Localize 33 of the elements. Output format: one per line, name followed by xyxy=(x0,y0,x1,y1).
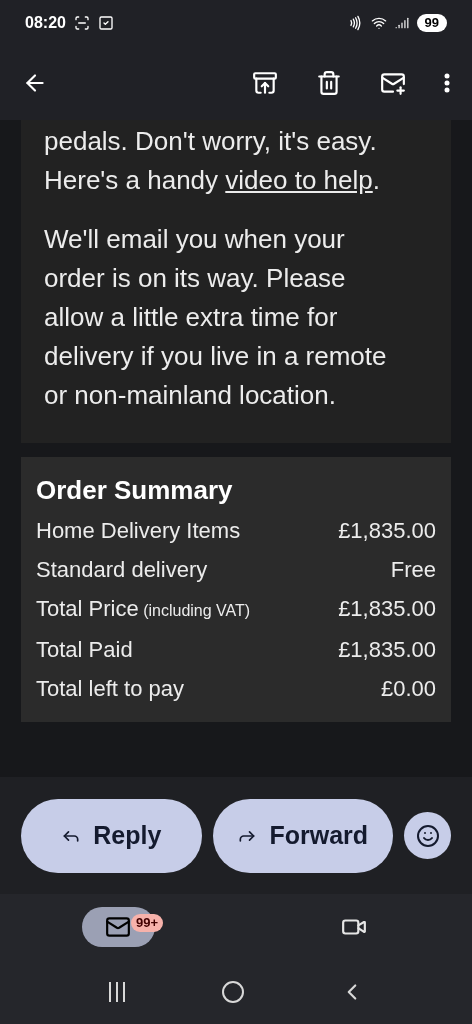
summary-label: Total Paid xyxy=(36,636,133,664)
smiley-icon xyxy=(415,823,440,848)
summary-value: £1,835.00 xyxy=(338,595,436,623)
status-time: 08:20 xyxy=(25,13,66,33)
body-paragraph: pedals. Don't worry, it's easy. Here's a handy video to help. xyxy=(44,125,381,197)
summary-label: Total Price (including VAT) xyxy=(36,595,251,623)
forward-button[interactable]: Forward xyxy=(212,798,393,873)
order-summary-title: Order Summary xyxy=(36,474,234,507)
video-link[interactable]: video to help xyxy=(225,165,373,195)
summary-label: Standard delivery xyxy=(36,556,208,584)
summary-label: Home Delivery Items xyxy=(36,517,241,545)
summary-label: Total left to pay xyxy=(36,675,184,703)
reply-button[interactable]: Reply xyxy=(21,798,202,873)
home-icon[interactable] xyxy=(221,980,245,1004)
unread-badge: 99+ xyxy=(131,914,164,932)
body-paragraph: We'll email you when your order is on its way. Please allow a little extra time for delivery if you live in a remote or non-mainland location. xyxy=(44,223,388,412)
archive-button[interactable] xyxy=(252,70,278,96)
checkbox-icon xyxy=(97,15,114,31)
summary-value: £0.00 xyxy=(380,675,436,703)
recent-apps-icon[interactable] xyxy=(107,981,127,1003)
more-options-button[interactable] xyxy=(444,73,450,93)
screenshot-icon xyxy=(73,15,90,31)
more-icon xyxy=(444,73,450,93)
wifi-icon xyxy=(370,15,387,31)
summary-value: Free xyxy=(390,556,436,584)
summary-value: £1,835.00 xyxy=(338,517,436,545)
emoji-button[interactable] xyxy=(404,812,451,859)
mark-unread-button[interactable] xyxy=(380,70,406,96)
mail-icon xyxy=(105,914,131,940)
battery-level: 99 xyxy=(416,14,447,32)
summary-value: £1,835.00 xyxy=(338,636,436,664)
signal-icon xyxy=(394,16,409,30)
delete-button[interactable] xyxy=(316,70,342,96)
